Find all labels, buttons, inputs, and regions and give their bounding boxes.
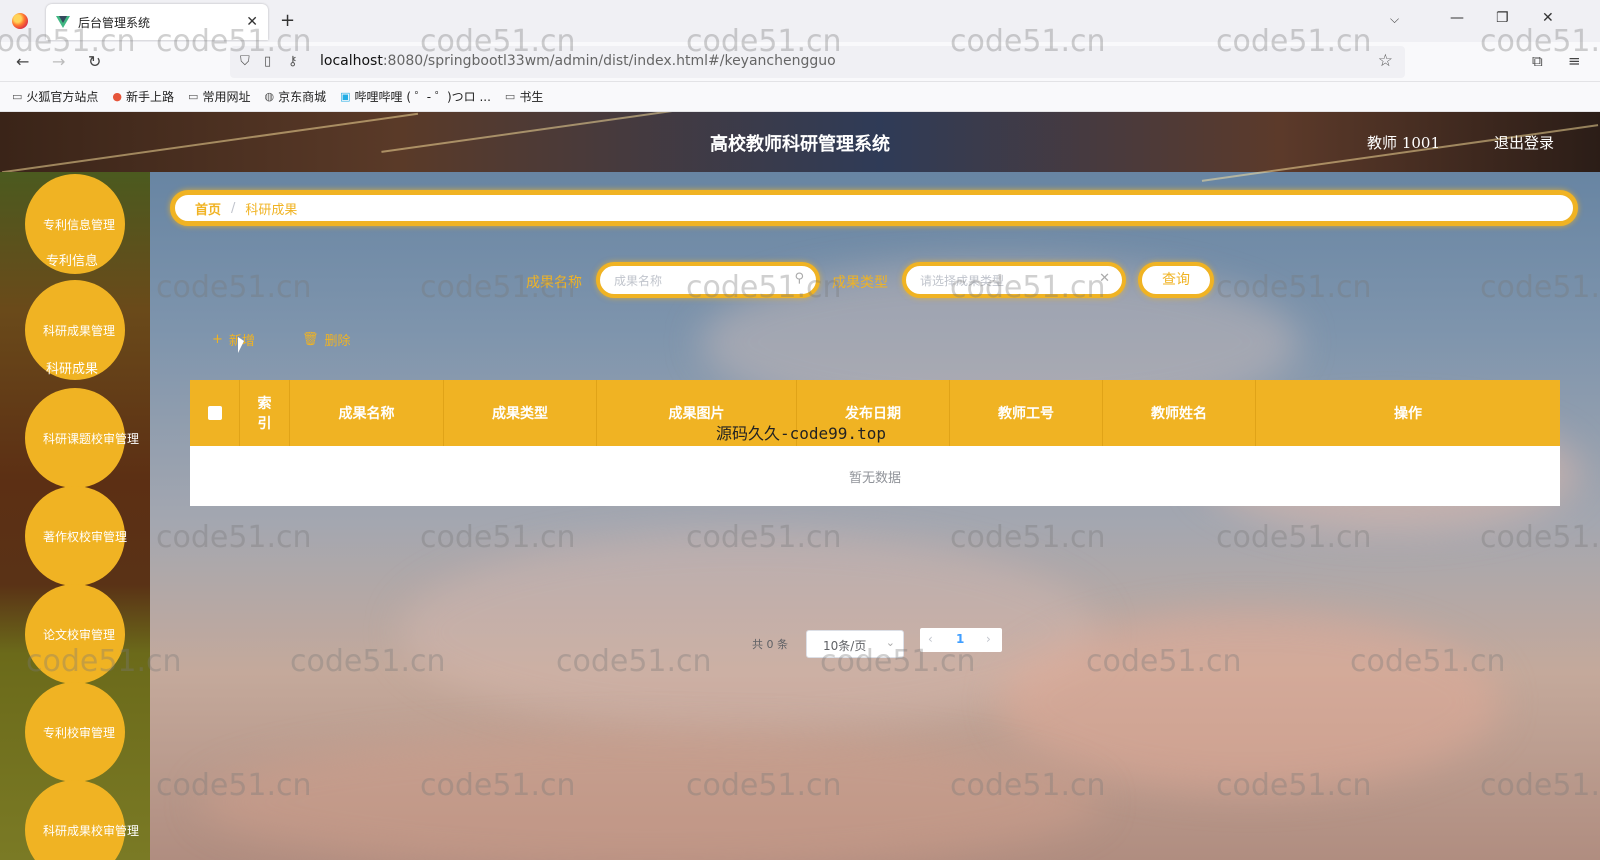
reload-icon[interactable]: ↻ xyxy=(88,52,101,71)
back-icon[interactable]: ← xyxy=(16,52,29,71)
column-header: 教师姓名 xyxy=(1103,380,1256,446)
bookmark-item[interactable]: ▭ 常用网址 xyxy=(188,88,250,105)
app-header: 高校教师科研管理系统 教师 1001 退出登录 xyxy=(0,112,1600,182)
tab-list-icon[interactable]: ⌵ xyxy=(1390,12,1399,27)
url-text[interactable]: localhost:8080/springbootl33wm/admin/dis… xyxy=(320,53,836,69)
restore-icon[interactable]: ❐ xyxy=(1496,10,1509,26)
new-tab-button[interactable]: + xyxy=(280,10,295,31)
browser-tab[interactable]: 后台管理系统 ✕ xyxy=(46,4,268,40)
menu-icon[interactable]: ≡ xyxy=(1568,52,1581,70)
page-size-select[interactable]: 10条/页 ⌄ xyxy=(806,630,904,658)
breadcrumb-home[interactable]: 首页 xyxy=(195,199,221,218)
bookmark-item[interactable]: ● 新手上路 xyxy=(112,88,174,105)
minimize-icon[interactable]: — xyxy=(1450,10,1464,26)
logout-button[interactable]: 退出登录 xyxy=(1494,132,1554,153)
shield-icon: ⛉ xyxy=(240,54,250,69)
site-title: 高校教师科研管理系统 xyxy=(710,134,890,155)
folder-icon: ▭ xyxy=(504,90,516,103)
bookmark-item[interactable]: ▣ 哔哩哔哩 ( ゜- ゜)つロ ... xyxy=(340,88,491,105)
column-header: 索引 xyxy=(240,380,290,446)
center-watermark: 源码久久-code99.top xyxy=(716,424,886,443)
url-bar[interactable]: ⛉ ▯ ⚷ localhost:8080/springbootl33wm/adm… xyxy=(230,46,1405,78)
result-type-select[interactable]: 请选择成果类型 ✕ xyxy=(902,262,1126,298)
bilibili-icon: ▣ xyxy=(340,90,351,103)
breadcrumb-separator: / xyxy=(231,200,236,216)
result-type-placeholder: 请选择成果类型 xyxy=(920,274,1005,288)
clear-icon[interactable]: ✕ xyxy=(1099,271,1110,286)
browser-tabbar: 后台管理系统 ✕ + ⌵ — ❐ ✕ xyxy=(0,0,1600,42)
bookmark-item[interactable]: ▭ 火狐官方站点 xyxy=(12,88,98,105)
delete-label: 删除 xyxy=(324,334,351,349)
bookmark-item[interactable]: ▭ 书生 xyxy=(505,88,543,105)
firefox-icon xyxy=(12,13,28,29)
select-all-checkbox[interactable] xyxy=(207,406,222,420)
column-header: 操作 xyxy=(1394,406,1422,422)
mouse-cursor-icon xyxy=(238,337,244,353)
submenu-research-results[interactable]: 科研成果 xyxy=(46,358,98,377)
browser-navbar: ← → ↻ ⛉ ▯ ⚷ localhost:8080/springbootl33… xyxy=(0,42,1600,82)
vue-favicon-icon xyxy=(56,16,70,28)
query-button[interactable]: 查询 xyxy=(1138,262,1214,298)
folder-icon: ▭ xyxy=(188,90,199,103)
window-close-icon[interactable]: ✕ xyxy=(1542,10,1554,26)
bookmarks-bar: ▭ 火狐官方站点 ● 新手上路 ▭ 常用网址 ◍ 京东商城 ▣ 哔哩哔哩 ( ゜- ゜)つ… xyxy=(0,82,1600,112)
plus-icon: + xyxy=(212,332,223,347)
bookmark-item[interactable]: ◍ 京东商城 xyxy=(264,88,326,105)
page-number[interactable]: 1 xyxy=(956,632,964,646)
pager: ‹ 1 › xyxy=(920,628,1002,652)
page-size-value: 10条/页 xyxy=(823,639,867,653)
breadcrumb: 首页 / 科研成果 xyxy=(170,190,1578,226)
column-header: 成果名称 xyxy=(290,380,444,446)
result-name-placeholder: 成果名称 xyxy=(614,274,663,288)
trash-icon: 🗑 xyxy=(302,332,319,347)
column-header: 教师工号 xyxy=(950,380,1103,446)
search-icon: ⚲ xyxy=(794,271,804,286)
result-name-input[interactable]: 成果名称 ⚲ xyxy=(596,262,820,298)
user-label: 教师 1001 xyxy=(1367,134,1440,152)
folder-icon: ▭ xyxy=(12,90,23,103)
result-type-label: 成果类型 xyxy=(832,275,888,291)
pagination: 共 0 条 10条/页 ⌄ ‹ 1 › xyxy=(0,628,1600,658)
page-icon: ▯ xyxy=(264,54,272,69)
pagination-total: 共 0 条 xyxy=(752,638,788,651)
tab-title: 后台管理系统 xyxy=(78,15,151,30)
prev-page-icon[interactable]: ‹ xyxy=(928,632,933,646)
menu-title: 科研课题校审管理 xyxy=(43,432,140,446)
menu-results-review[interactable]: 科研成果校审管理 xyxy=(25,780,139,860)
select-all-cell xyxy=(190,380,240,446)
result-name-label: 成果名称 xyxy=(526,275,582,291)
table-empty-state: 暂无数据 xyxy=(190,446,1560,506)
tab-close-icon[interactable]: ✕ xyxy=(246,14,258,30)
menu-title: 专利校审管理 xyxy=(43,726,116,740)
breadcrumb-current: 科研成果 xyxy=(245,202,298,218)
app-root: 高校教师科研管理系统 教师 1001 退出登录 专利信息管理 专利信息 科研成果… xyxy=(0,112,1600,860)
search-form: 成果名称 成果名称 ⚲ 成果类型 请选择成果类型 ✕ 查询 xyxy=(0,262,1600,298)
menu-title: 著作权校审管理 xyxy=(43,530,128,544)
next-page-icon[interactable]: › xyxy=(986,632,991,646)
forward-icon[interactable]: → xyxy=(52,52,65,71)
menu-research-topic-review[interactable]: 科研课题校审管理 xyxy=(25,388,139,488)
menu-title: 专利信息管理 xyxy=(43,218,116,232)
menu-title: 科研成果校审管理 xyxy=(43,824,140,838)
delete-button[interactable]: 🗑 删除 xyxy=(302,330,351,349)
extensions-icon[interactable]: ⧉ xyxy=(1532,52,1543,70)
bookmark-star-icon[interactable]: ☆ xyxy=(1378,51,1393,71)
key-icon: ⚷ xyxy=(288,54,298,69)
chevron-down-icon: ⌄ xyxy=(885,636,895,649)
menu-title: 科研成果管理 xyxy=(43,324,116,338)
menu-copyright-review[interactable]: 著作权校审管理 xyxy=(25,486,128,586)
firefox-small-icon: ● xyxy=(112,90,123,103)
column-header: 成果类型 xyxy=(444,380,597,446)
menu-patent-review[interactable]: 专利校审管理 xyxy=(25,682,125,782)
globe-icon: ◍ xyxy=(264,90,275,103)
add-button[interactable]: + 新增 xyxy=(212,330,255,349)
